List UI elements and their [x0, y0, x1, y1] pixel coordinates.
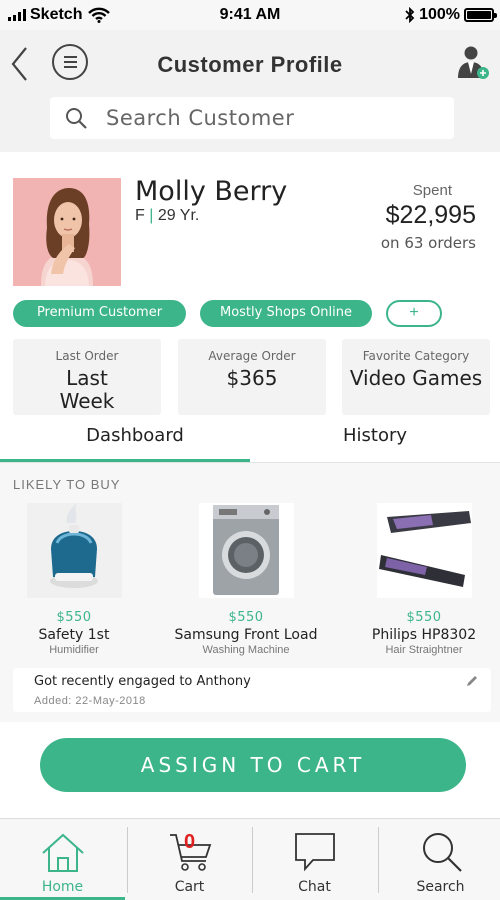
- stat-average-order: Average Order $365: [178, 339, 326, 415]
- search-icon: [66, 108, 87, 129]
- page-title: Customer Profile: [157, 52, 343, 77]
- humidifier-image: [26, 503, 122, 598]
- assign-to-cart-button[interactable]: ASSIGN TO CART: [40, 738, 466, 792]
- product-price: $550: [56, 610, 92, 625]
- stat-label: Favorite Category: [362, 349, 470, 363]
- cta-area: ASSIGN TO CART: [0, 722, 500, 818]
- product-card[interactable]: $550 Philips HP8302 Hair Straightner: [344, 503, 500, 656]
- tabbar-search-label: Search: [416, 879, 465, 895]
- product-price: $550: [406, 610, 442, 625]
- product-category: Humidifier: [49, 644, 99, 656]
- header: Customer Profile: [0, 30, 500, 152]
- product-name: Philips HP8302: [371, 627, 477, 643]
- product-card[interactable]: $550 Safety 1st Humidifier: [0, 503, 154, 656]
- bluetooth-icon: [405, 7, 415, 23]
- battery-icon: [464, 8, 497, 22]
- customer-gender: F: [135, 207, 145, 224]
- tab-history[interactable]: History: [250, 425, 500, 447]
- tag-premium-customer[interactable]: Premium Customer: [13, 300, 186, 327]
- search-icon: [422, 833, 462, 872]
- stat-value: $365: [226, 366, 278, 390]
- profile-tabs: Dashboard History: [0, 425, 500, 463]
- washing-machine-image: [198, 503, 294, 598]
- note-date: Added: 22-May-2018: [34, 695, 146, 707]
- tabbar-cart[interactable]: 0 Cart: [127, 819, 252, 900]
- customer-name: Molly Berry: [135, 176, 288, 207]
- avatar: [13, 178, 121, 286]
- search-bar[interactable]: [50, 97, 454, 139]
- hair-straightener-image: [376, 503, 472, 598]
- customer-profile: Molly Berry F | 29 Yr. Spent $22,995 on …: [0, 152, 500, 722]
- tab-dashboard-label: Dashboard: [86, 425, 184, 446]
- search-input[interactable]: [106, 106, 426, 130]
- product-price: $550: [228, 610, 264, 625]
- product-card[interactable]: $550 Samsung Front Load Washing Machine: [166, 503, 326, 656]
- stat-favorite-category: Favorite Category Video Games: [342, 339, 490, 415]
- spent-label: Spent: [412, 182, 452, 199]
- spent-value: $22,995: [385, 201, 476, 229]
- status-right: 100%: [405, 6, 497, 24]
- customer-age: 29 Yr.: [157, 207, 200, 224]
- home-icon: [41, 833, 84, 872]
- product-name: Samsung Front Load: [174, 627, 318, 643]
- battery-percent: 100%: [419, 6, 460, 23]
- section-title: LIKELY TO BUY: [13, 477, 121, 492]
- add-customer-icon[interactable]: [454, 44, 490, 80]
- status-bar: Sketch 9:41 AM 100%: [0, 0, 500, 30]
- add-tag-button[interactable]: +: [386, 300, 442, 327]
- order-count: on 63 orders: [380, 234, 476, 252]
- edit-icon[interactable]: [465, 674, 479, 688]
- product-name: Safety 1st: [38, 627, 110, 643]
- note-text: Got recently engaged to Anthony: [34, 674, 251, 689]
- likely-to-buy-section: LIKELY TO BUY $550 Safety 1st Humidifier: [0, 463, 500, 722]
- meta-separator: |: [149, 207, 154, 224]
- stat-value: Video Games: [349, 366, 483, 390]
- tabbar-chat-label: Chat: [298, 879, 331, 895]
- tabbar-home-label: Home: [41, 879, 84, 895]
- product-category: Washing Machine: [202, 644, 290, 656]
- cart-count-badge: 0: [183, 831, 196, 853]
- chat-icon: [294, 833, 335, 872]
- tabbar-search[interactable]: Search: [378, 819, 500, 900]
- customer-meta: F | 29 Yr.: [135, 207, 199, 225]
- product-category: Hair Straightner: [385, 644, 463, 656]
- tabbar-cart-label: Cart: [174, 879, 205, 895]
- bottom-tab-bar: Home 0 Cart Chat Search: [0, 818, 500, 900]
- stat-value: Last Week: [59, 366, 115, 413]
- stat-label: Average Order: [208, 349, 296, 363]
- tabbar-chat[interactable]: Chat: [252, 819, 377, 900]
- tabbar-home[interactable]: Home: [0, 819, 125, 900]
- tag-mostly-shops-online[interactable]: Mostly Shops Online: [200, 300, 372, 327]
- customer-note[interactable]: Got recently engaged to Anthony Added: 2…: [13, 668, 491, 712]
- spent-summary: Spent $22,995 on 63 orders: [381, 182, 476, 252]
- tab-dashboard[interactable]: Dashboard: [0, 425, 250, 447]
- stat-last-order: Last Order Last Week: [13, 339, 161, 415]
- stat-label: Last Order: [55, 349, 119, 363]
